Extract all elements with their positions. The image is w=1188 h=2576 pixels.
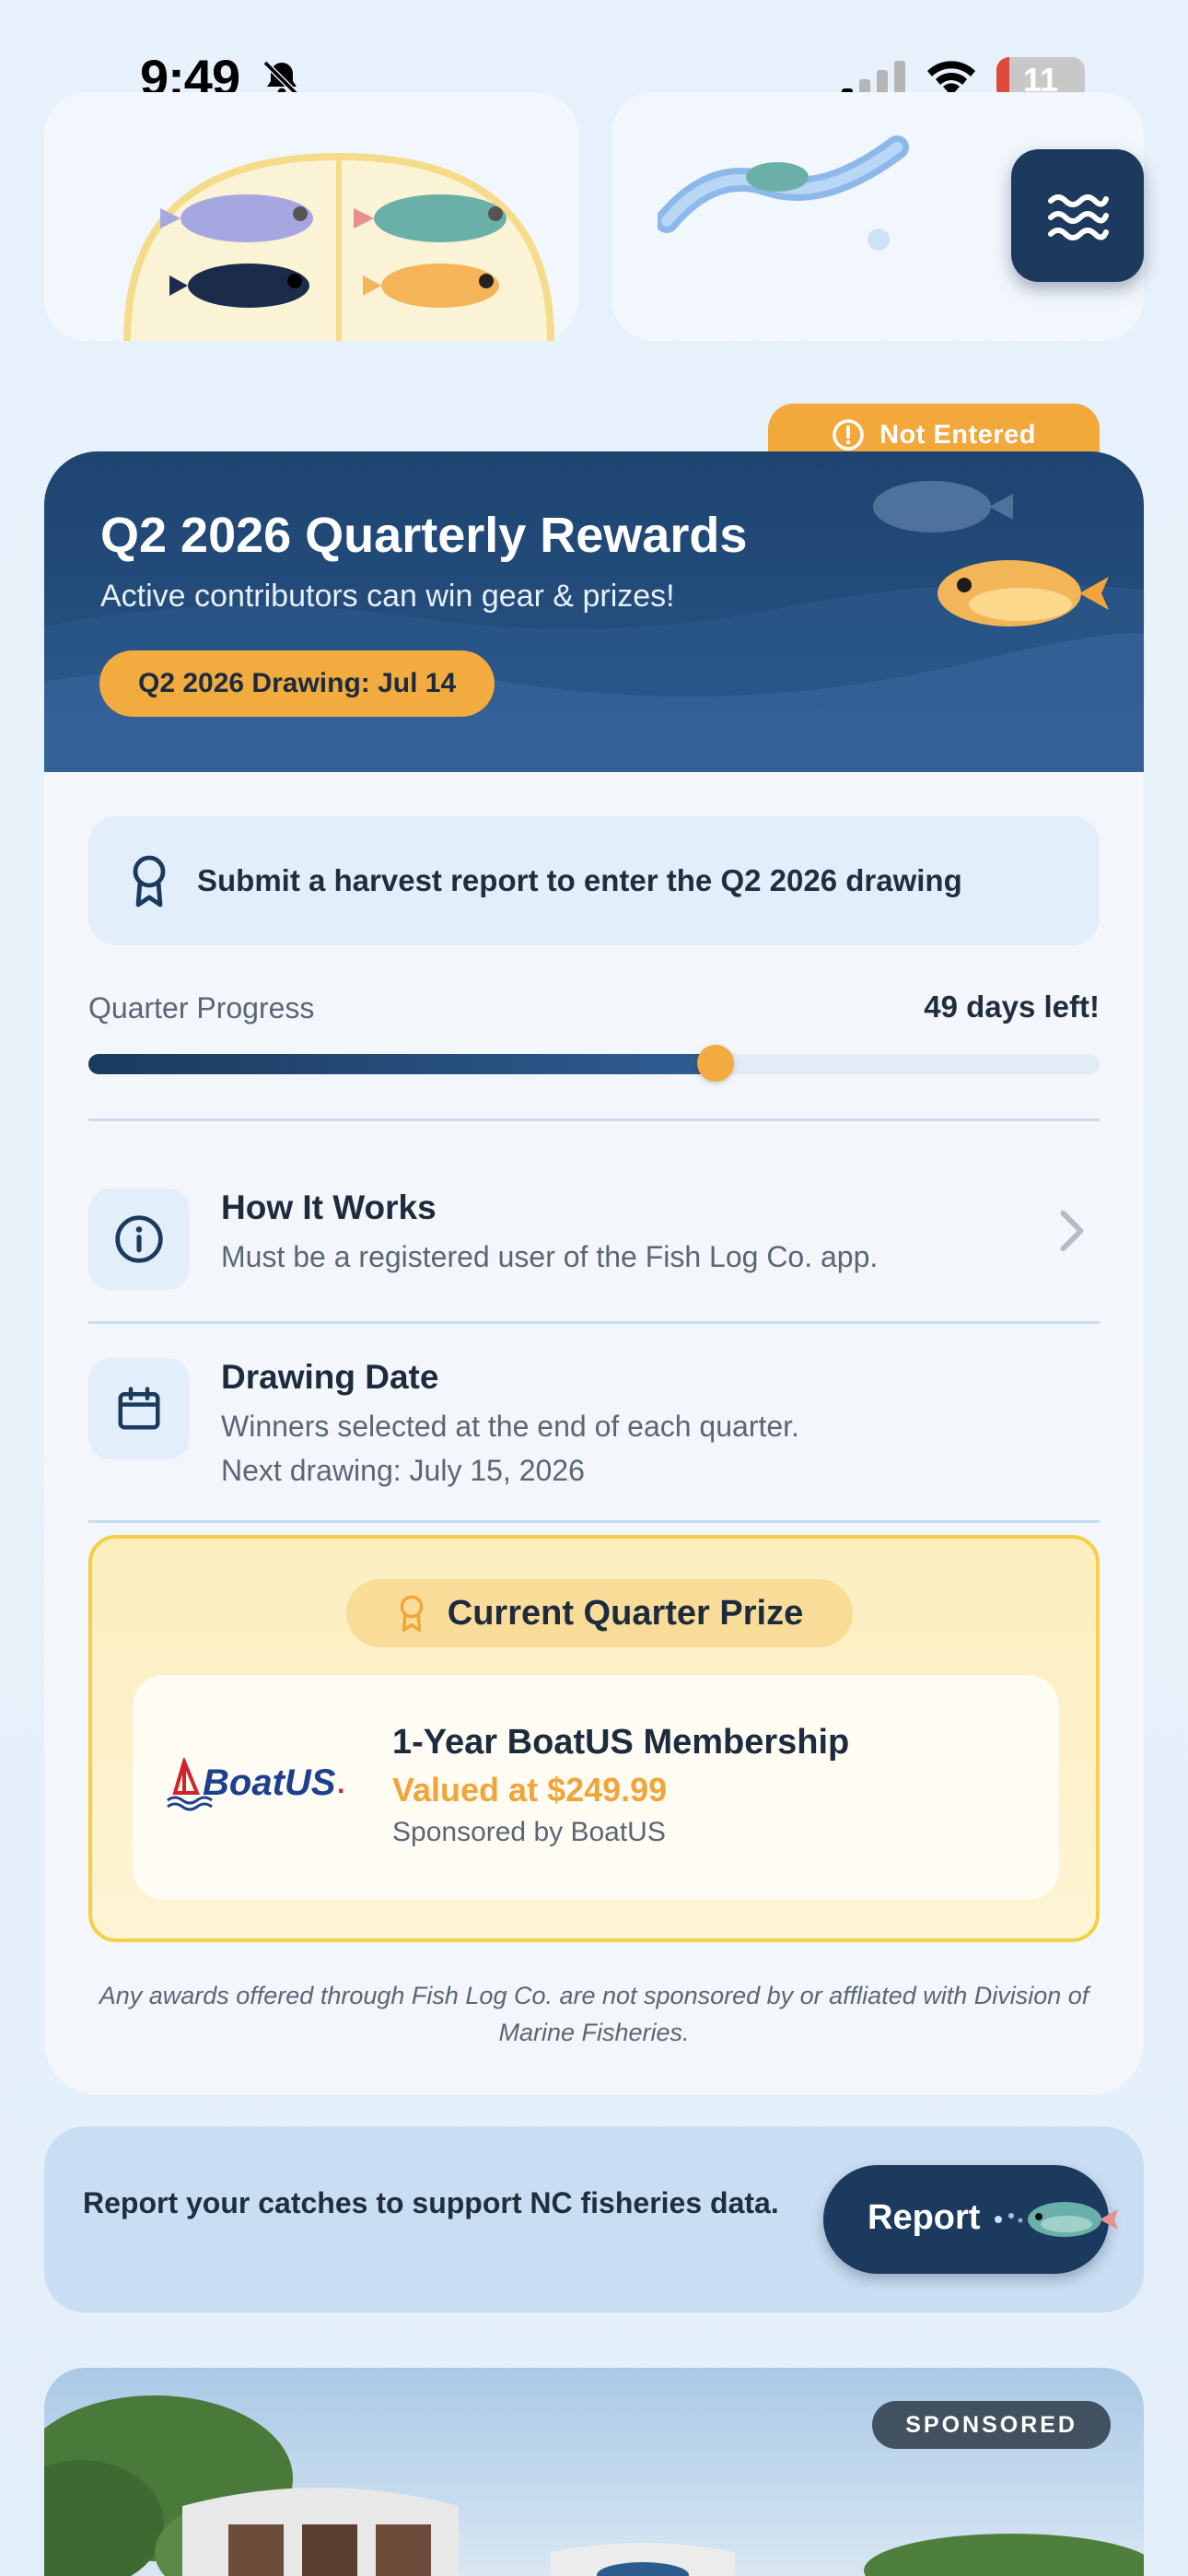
fish-icon — [995, 2202, 1118, 2237]
fish-species-card[interactable] — [44, 92, 578, 341]
disclaimer: Any awards offered through Fish Log Co. … — [99, 1982, 1089, 2046]
drawing-date-row: Drawing Date Winners selected at the end… — [88, 1358, 1100, 1524]
entry-hint-box: Submit a harvest report to enter the Q2 … — [88, 816, 1100, 945]
ribbon-award-icon — [133, 855, 166, 907]
divider — [88, 1321, 1100, 1324]
info-icon — [115, 1215, 163, 1263]
sponsored-image — [44, 2395, 1144, 2576]
progress-label: Quarter Progress — [88, 991, 315, 1025]
drawing-date-desc-1: Winners selected at the end of each quar… — [221, 1410, 799, 1443]
boatus-logo: BoatUS . — [167, 1758, 344, 1811]
info-icon-box — [88, 1188, 190, 1290]
prize-header-pill: Current Quarter Prize — [346, 1579, 853, 1647]
battery-tip — [1077, 70, 1083, 87]
sponsored-tag: SPONSORED — [872, 2401, 1111, 2449]
boatus-logo-text: BoatUS — [203, 1762, 336, 1803]
divider — [88, 1118, 1100, 1121]
fish-trail-illustration — [658, 135, 909, 251]
how-it-works-desc: Must be a registered user of the Fish Lo… — [221, 1240, 879, 1273]
chevron-right-icon — [1060, 1210, 1084, 1252]
report-button[interactable]: Report — [823, 2165, 1118, 2274]
drawing-date-title: Drawing Date — [221, 1358, 439, 1396]
rewards-subtitle: Active contributors can win gear & prize… — [100, 579, 675, 614]
report-card: Report your catches to support NC fisher… — [44, 2126, 1144, 2313]
drawing-date-desc-2: Next drawing: July 15, 2026 — [221, 1454, 585, 1487]
quarterly-rewards-card: Q2 2026 Quarterly Rewards Active contrib… — [44, 451, 1144, 2095]
progress-fill — [88, 1054, 716, 1074]
ribbon-award-icon — [400, 1595, 424, 1633]
prize-box: Current Quarter Prize BoatUS . 1-Year Bo… — [88, 1535, 1100, 1942]
prize-header: Current Quarter Prize — [447, 1593, 804, 1633]
how-it-works-title: How It Works — [221, 1188, 437, 1226]
prize-card[interactable]: BoatUS . 1-Year BoatUS Membership Valued… — [133, 1675, 1059, 1900]
svg-text:.: . — [337, 1769, 344, 1799]
calendar-icon — [118, 1387, 160, 1430]
how-it-works-row[interactable]: How It Works Must be a registered user o… — [88, 1188, 1100, 1354]
prize-sponsor: Sponsored by BoatUS — [392, 1817, 666, 1847]
menu-button[interactable] — [1011, 149, 1144, 282]
prize-value: Valued at $249.99 — [392, 1771, 668, 1809]
days-left: 49 days left! — [924, 989, 1100, 1024]
waves-menu-icon — [1048, 194, 1109, 240]
calendar-icon-box — [88, 1358, 190, 1459]
report-prompt: Report your catches to support NC fisher… — [83, 2186, 779, 2219]
report-button-label: Report — [868, 2198, 981, 2237]
rewards-banner: Q2 2026 Quarterly Rewards Active contrib… — [44, 451, 1144, 772]
progress-knob — [697, 1045, 734, 1082]
divider — [88, 1520, 1100, 1523]
entry-status-label: Not Entered — [879, 419, 1036, 450]
drawing-date-pill: Q2 2026 Drawing: Jul 14 — [99, 650, 495, 717]
alert-circle-icon — [833, 419, 864, 451]
entry-hint-text: Submit a harvest report to enter the Q2 … — [197, 863, 962, 897]
sponsored-card[interactable]: SPONSORED — [44, 2368, 1144, 2576]
prize-title: 1-Year BoatUS Membership — [392, 1723, 850, 1762]
rewards-title: Q2 2026 Quarterly Rewards — [100, 508, 748, 563]
fish-net-illustration — [123, 152, 554, 341]
